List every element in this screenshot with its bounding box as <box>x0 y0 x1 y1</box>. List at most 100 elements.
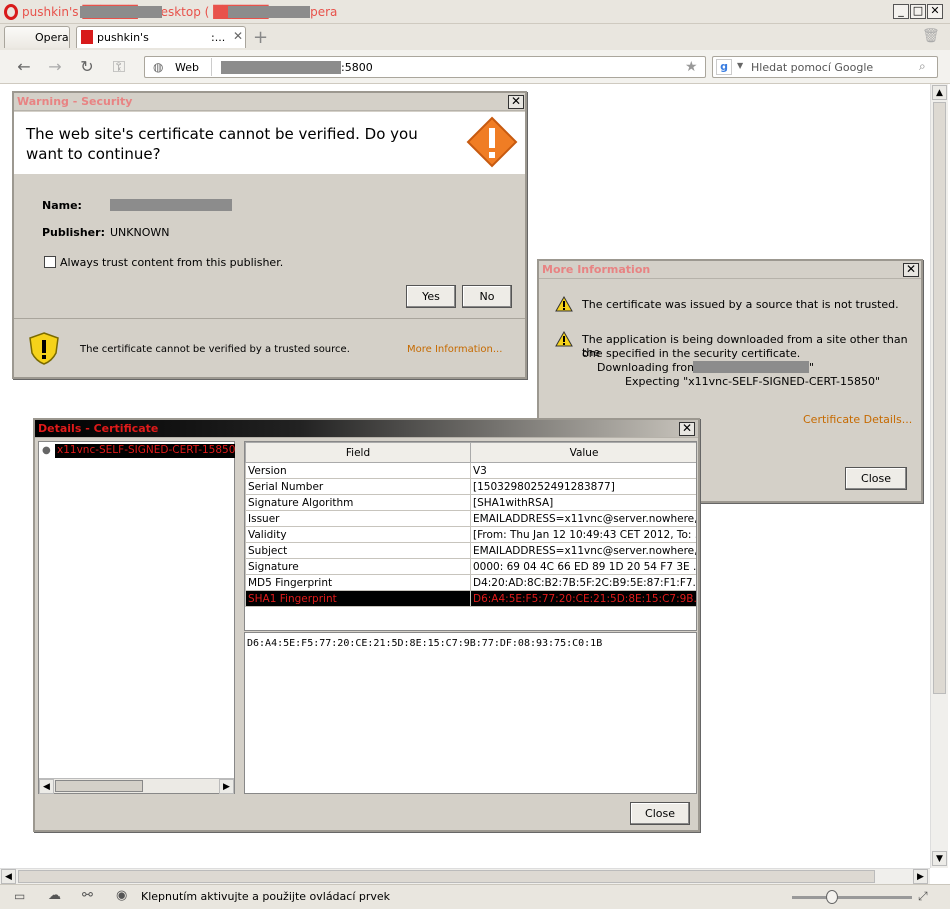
chevron-down-icon[interactable]: ▼ <box>737 61 743 70</box>
more-information-link[interactable]: More Information... <box>407 344 502 355</box>
table-row[interactable]: Issuer EMAILADDRESS=x11vnc@server.nowhere… <box>245 510 696 527</box>
warning-triangle-icon <box>555 296 573 312</box>
scroll-right-arrow[interactable]: ▶ <box>219 779 234 794</box>
value-cell: V3 <box>470 462 696 479</box>
value-cell: EMAILADDRESS=x11vnc@server.nowhere,... <box>470 510 696 527</box>
browser-title-bar: pushkin's ██████ 0 desktop ( ██████ :0) … <box>0 0 950 24</box>
column-header-value[interactable]: Value <box>470 442 696 463</box>
scroll-thumb[interactable] <box>55 780 143 792</box>
zoom-icon[interactable]: ⤢ <box>918 889 928 904</box>
search-field[interactable]: g ▼ Hledat pomocí Google ⌕ <box>712 56 938 78</box>
close-button[interactable]: Close <box>845 467 907 490</box>
back-icon[interactable]: ← <box>15 58 33 76</box>
dialog-title: More Information <box>539 261 921 279</box>
value-cell: 0000: 69 04 4C 66 ED 89 1D 20 54 F7 3E .… <box>470 558 696 575</box>
table-row[interactable]: Serial Number [1503298025249128387​7] <box>245 478 696 495</box>
cloud-icon[interactable]: ☁ <box>48 888 61 903</box>
tab-bar: Opera pushkin's :... ✕ + 🗑 <box>0 24 950 50</box>
page-vertical-scrollbar[interactable]: ▲ ▼ <box>930 84 948 868</box>
dialog-header: The web site's certificate cannot be ver… <box>14 112 525 174</box>
scroll-down-arrow[interactable]: ▼ <box>932 851 947 866</box>
certificate-details-dialog: Details - Certificate ✕ ● x11vnc-SELF-SI… <box>33 418 700 832</box>
field-cell: Validity <box>245 526 471 543</box>
downloading-from-quote: " <box>809 361 815 374</box>
tab-pushkin[interactable]: pushkin's :... ✕ <box>76 26 246 48</box>
status-bar: ▭ ☁ ⚯ ◉ Klepnutím aktivujte a použijte o… <box>0 884 950 909</box>
close-icon[interactable]: ✕ <box>679 422 695 436</box>
certificate-fields-table: Field Value Version V3 Serial Number [1503… <box>245 442 696 607</box>
key-icon[interactable]: ⚿ <box>110 58 128 76</box>
value-cell: [SHA1withRSA] <box>470 494 696 511</box>
speed-dial-icon[interactable]: ◉ <box>116 888 127 903</box>
close-icon[interactable]: ✕ <box>903 263 919 277</box>
tree-item-certificate[interactable]: x11vnc-SELF-SIGNED-CERT-15850 ( <box>55 444 235 458</box>
field-cell: Version <box>245 462 471 479</box>
field-cell: Signature Algorithm <box>245 494 471 511</box>
bookmark-star-icon[interactable]: ★ <box>685 59 698 75</box>
value-cell: D6:A4:5E:F5:77:20:CE:21:5D:8E:15:C7:9B..… <box>470 590 696 607</box>
table-row[interactable]: Validity [From: Thu Jan 12 10:49:43 CET 2… <box>245 526 696 543</box>
panel-toggle-icon[interactable]: ▭ <box>14 889 25 903</box>
field-cell: Subject <box>245 542 471 559</box>
publisher-label: Publisher: <box>42 226 105 239</box>
table-row-selected[interactable]: SHA1 Fingerprint D6:A4:5E:F5:77:20:CE:21:… <box>245 590 696 607</box>
scroll-thumb[interactable] <box>18 870 875 883</box>
tab-title: pushkin's <box>97 31 149 44</box>
table-row[interactable]: Subject EMAILADDRESS=x11vnc@server.nowher… <box>245 542 696 559</box>
yes-button[interactable]: Yes <box>406 285 456 308</box>
table-row[interactable]: Signature 0000: 69 04 4C 66 ED 89 1D 20 5… <box>245 558 696 575</box>
value-cell: [1503298025249128387​7] <box>470 478 696 495</box>
scroll-left-arrow[interactable]: ◀ <box>39 779 54 794</box>
divider <box>14 318 525 319</box>
page-horizontal-scrollbar[interactable]: ◀ ▶ <box>0 868 930 884</box>
minimize-button[interactable]: _ <box>893 4 909 19</box>
tree-horizontal-scrollbar[interactable]: ◀ ▶ <box>39 778 234 794</box>
reload-icon[interactable]: ↻ <box>78 58 96 76</box>
certificate-tree: ● x11vnc-SELF-SIGNED-CERT-15850 ( ◀ ▶ <box>38 441 235 794</box>
no-button[interactable]: No <box>462 285 512 308</box>
opera-menu-label: Opera <box>35 31 69 44</box>
forward-icon[interactable]: → <box>46 58 64 76</box>
maximize-button[interactable]: □ <box>910 4 926 19</box>
detail-text: D6:A4:5E:F5:77:20:CE:21:5D:8E:15:C7:9B:7… <box>247 638 603 649</box>
always-trust-checkbox[interactable] <box>44 256 56 268</box>
status-text: Klepnutím aktivujte a použijte ovládací … <box>141 890 391 903</box>
search-placeholder: Hledat pomocí Google <box>751 61 874 74</box>
field-cell: Signature <box>245 558 471 575</box>
trash-icon[interactable]: 🗑 <box>922 28 940 44</box>
opera-logo-icon <box>4 4 18 20</box>
close-icon[interactable]: ✕ <box>508 95 524 109</box>
zoom-slider-handle[interactable] <box>826 890 838 904</box>
value-cell: EMAILADDRESS=x11vnc@server.nowhere,... <box>470 542 696 559</box>
globe-icon: ◍ <box>153 60 164 74</box>
field-detail-textarea[interactable]: D6:A4:5E:F5:77:20:CE:21:5D:8E:15:C7:9B:7… <box>244 632 697 794</box>
table-row[interactable]: MD5 Fingerprint D4:20:AD:8C:B2:7B:5F:2C:B… <box>245 574 696 591</box>
redacted-block <box>228 6 310 18</box>
table-row[interactable]: Signature Algorithm [SHA1withRSA] <box>245 494 696 511</box>
table-row[interactable]: Version V3 <box>245 462 696 479</box>
certificate-details-link[interactable]: Certificate Details... <box>803 413 912 426</box>
close-window-button[interactable]: ✕ <box>927 4 943 19</box>
warning-diamond-icon <box>466 116 518 168</box>
value-cell: D4:20:AD:8C:B2:7B:5F:2C:B9:5E:87:F1:F7..… <box>470 574 696 591</box>
divider <box>211 58 212 76</box>
publisher-value: UNKNOWN <box>110 226 170 239</box>
zoom-slider[interactable] <box>792 896 912 899</box>
search-icon[interactable]: ⌕ <box>919 59 926 74</box>
always-trust-label: Always trust content from this publisher… <box>60 256 284 269</box>
opera-menu-button[interactable]: Opera <box>4 26 70 48</box>
scroll-left-arrow[interactable]: ◀ <box>1 869 16 884</box>
page-favicon-icon <box>81 30 93 44</box>
scroll-right-arrow[interactable]: ▶ <box>913 869 928 884</box>
security-question: The web site's certificate cannot be ver… <box>26 125 418 163</box>
field-cell: MD5 Fingerprint <box>245 574 471 591</box>
scroll-thumb[interactable] <box>933 102 946 694</box>
close-button[interactable]: Close <box>630 802 690 825</box>
new-tab-icon[interactable]: + <box>253 27 268 48</box>
warning-site-mismatch-line2: one specified in the security certificat… <box>582 347 801 360</box>
share-icon[interactable]: ⚯ <box>82 888 93 903</box>
scroll-up-arrow[interactable]: ▲ <box>932 85 947 100</box>
column-header-field[interactable]: Field <box>245 442 471 463</box>
address-field[interactable]: ◍ Web :5800 ★ <box>144 56 706 78</box>
tab-close-icon[interactable]: ✕ <box>233 29 243 43</box>
